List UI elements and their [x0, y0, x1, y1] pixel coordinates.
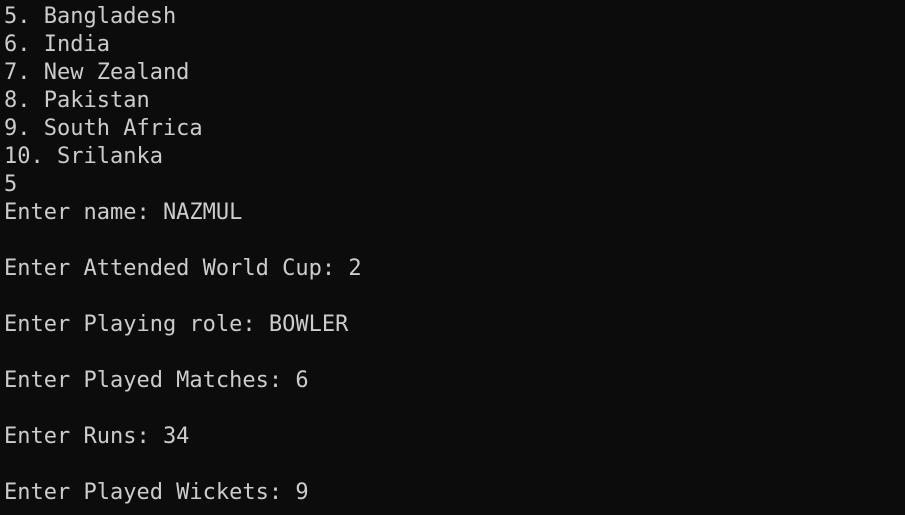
name-prompt: Enter name: NAZMUL — [4, 200, 243, 225]
console-output: 5. Bangladesh 6. India 7. New Zealand 8.… — [4, 3, 905, 507]
menu-option-9: 9. South Africa — [4, 116, 203, 141]
playing-role-prompt: Enter Playing role: BOWLER — [4, 312, 349, 337]
menu-option-8: 8. Pakistan — [4, 88, 150, 113]
user-choice-input: 5 — [4, 172, 18, 197]
menu-option-6: 6. India — [4, 32, 110, 57]
menu-option-5: 5. Bangladesh — [4, 4, 177, 29]
console-window[interactable]: 5. Bangladesh 6. India 7. New Zealand 8.… — [0, 0, 905, 515]
played-matches-prompt: Enter Played Matches: 6 — [4, 368, 309, 393]
runs-prompt: Enter Runs: 34 — [4, 424, 190, 449]
menu-option-10: 10. Srilanka — [4, 144, 163, 169]
played-wickets-prompt: Enter Played Wickets: 9 — [4, 480, 309, 505]
world-cup-prompt: Enter Attended World Cup: 2 — [4, 256, 362, 281]
menu-option-7: 7. New Zealand — [4, 60, 190, 85]
